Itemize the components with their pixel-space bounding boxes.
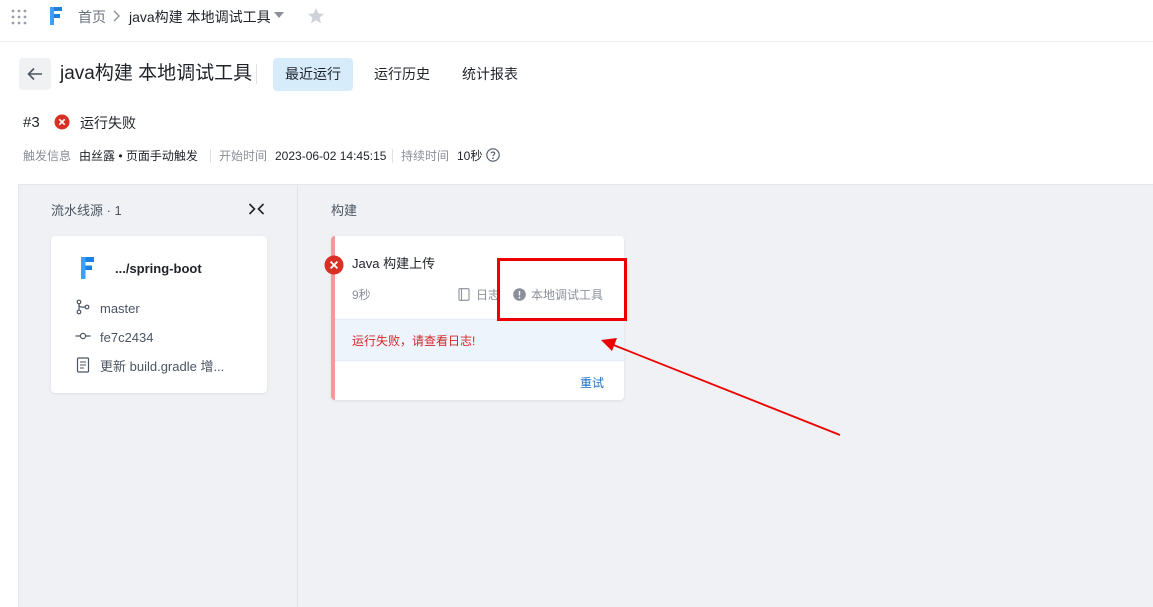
branch-icon xyxy=(76,299,90,315)
repo-name: .../spring-boot xyxy=(115,261,202,276)
annotation-highlight-box xyxy=(497,258,627,321)
duration-label: 持续时间 xyxy=(401,149,450,163)
annotation-arrow-icon xyxy=(601,338,841,436)
title-divider xyxy=(256,64,257,84)
column-divider xyxy=(297,185,298,607)
meta-divider xyxy=(392,149,393,163)
file-icon xyxy=(76,357,90,373)
fail-icon xyxy=(54,114,70,130)
help-icon[interactable] xyxy=(486,148,500,162)
grid-menu-icon[interactable] xyxy=(11,9,27,25)
chevron-right-icon xyxy=(113,10,120,22)
commit-id[interactable]: fe7c2434 xyxy=(100,330,154,346)
job-duration: 9秒 xyxy=(352,288,371,302)
breadcrumb-home[interactable]: 首页 xyxy=(78,8,106,26)
tab-statistics[interactable]: 统计报表 xyxy=(450,58,530,91)
job-error-text: 运行失败，请查看日志! xyxy=(352,334,476,348)
meta-divider xyxy=(210,149,211,163)
caret-down-icon[interactable] xyxy=(274,12,284,19)
build-column-title: 构建 xyxy=(331,203,358,218)
trigger-label: 触发信息 xyxy=(23,149,72,163)
run-number: #3 xyxy=(23,114,40,131)
page-title: java构建 本地调试工具 xyxy=(60,63,253,84)
fail-icon xyxy=(324,255,344,275)
duration-value: 10秒 xyxy=(457,149,483,163)
logo-icon[interactable] xyxy=(47,5,65,27)
commit-icon xyxy=(75,332,91,340)
tab-run-history[interactable]: 运行历史 xyxy=(362,58,442,91)
tab-recent-runs[interactable]: 最近运行 xyxy=(273,58,353,91)
collapse-icon[interactable] xyxy=(248,202,265,216)
commit-message: 更新 build.gradle 增... xyxy=(100,359,225,374)
log-icon[interactable] xyxy=(458,288,470,301)
repo-logo-icon xyxy=(81,257,94,279)
job-name[interactable]: Java 构建上传 xyxy=(352,256,435,272)
star-icon[interactable] xyxy=(307,7,325,25)
breadcrumb-current[interactable]: java构建 本地调试工具 xyxy=(129,8,271,26)
branch-name: master xyxy=(100,301,140,316)
trigger-value: 由丝露 • 页面手动触发 xyxy=(79,149,198,163)
back-arrow-icon xyxy=(27,67,42,81)
top-bar: 首页 java构建 本地调试工具 xyxy=(0,0,1153,42)
run-status: 运行失败 xyxy=(80,115,136,131)
source-column-title: 流水线源 · 1 xyxy=(51,203,122,218)
back-button[interactable] xyxy=(19,58,51,90)
start-time-value: 2023-06-02 14:45:15 xyxy=(275,149,387,163)
start-time-label: 开始时间 xyxy=(219,149,268,163)
